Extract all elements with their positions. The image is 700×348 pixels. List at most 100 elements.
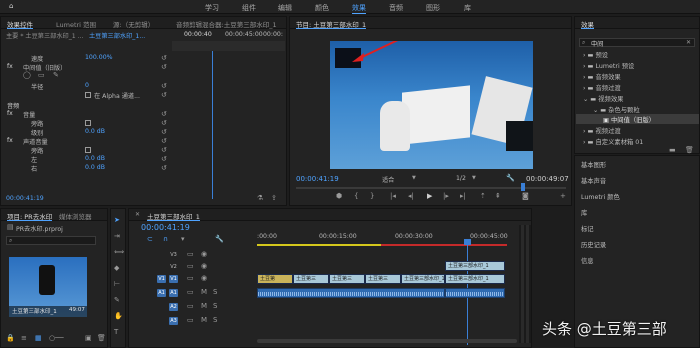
reset-icon[interactable]: ↺ bbox=[161, 165, 167, 172]
type-tool-icon[interactable]: T bbox=[114, 329, 118, 336]
ec-current-time[interactable]: 00:00:41:19 bbox=[6, 195, 44, 204]
delete-icon[interactable]: 🗑 bbox=[97, 335, 106, 342]
delete-icon[interactable]: 🗑 bbox=[685, 147, 694, 154]
play-icon[interactable]: ▶ bbox=[427, 193, 432, 200]
tab-effects[interactable]: 效果 bbox=[581, 19, 594, 29]
video-clip-v2[interactable]: 土豆第三部水印_1 bbox=[445, 261, 505, 271]
chevron-down-icon[interactable]: ▼ bbox=[412, 175, 416, 182]
go-to-in-icon[interactable]: |◂ bbox=[390, 193, 396, 200]
track-label-a2[interactable]: A2 bbox=[169, 303, 178, 311]
workspace-learn[interactable]: 学习 bbox=[205, 3, 219, 13]
close-icon[interactable]: ✕ bbox=[135, 211, 140, 218]
workspace-color[interactable]: 颜色 bbox=[315, 3, 329, 13]
audio-clip-a1[interactable] bbox=[445, 288, 505, 298]
eye-icon[interactable]: ◉ bbox=[201, 263, 207, 270]
ripple-edit-tool-icon[interactable]: ⟺ bbox=[114, 249, 124, 256]
snap-icon[interactable]: ⊂ bbox=[147, 236, 153, 243]
effects-item-audio-effects[interactable]: › ▬ 音频效果 bbox=[583, 72, 621, 82]
add-button-icon[interactable]: + bbox=[560, 193, 566, 200]
reset-icon[interactable]: ↺ bbox=[161, 55, 167, 62]
effects-item-presets[interactable]: › ▬ 预设 bbox=[583, 50, 608, 60]
workspace-graphics[interactable]: 图形 bbox=[426, 3, 440, 13]
source-a1-toggle[interactable]: A1 bbox=[157, 289, 166, 297]
timeline-playhead-head[interactable] bbox=[464, 239, 471, 245]
mute-icon[interactable]: M bbox=[201, 303, 207, 310]
new-item-icon[interactable]: ▣ bbox=[85, 335, 92, 342]
solo-icon[interactable]: S bbox=[213, 317, 217, 324]
source-v1-toggle[interactable]: V1 bbox=[157, 275, 166, 283]
radius-value[interactable]: 0 bbox=[85, 82, 89, 91]
track-label-a1[interactable]: A1 bbox=[169, 289, 178, 297]
work-area-bar-yellow[interactable] bbox=[257, 244, 381, 246]
audio-clip-a1[interactable] bbox=[257, 288, 445, 298]
step-forward-icon[interactable]: |▸ bbox=[443, 193, 449, 200]
filter-icon[interactable]: ⚗ bbox=[257, 195, 263, 202]
track-label-v2[interactable]: V2 bbox=[169, 263, 178, 271]
chevron-down-icon[interactable]: ▼ bbox=[472, 175, 476, 182]
track-select-tool-icon[interactable]: ⇥ bbox=[114, 233, 120, 240]
reset-icon[interactable]: ↺ bbox=[161, 129, 167, 136]
mark-out-icon[interactable]: } bbox=[370, 193, 374, 200]
effects-search-field[interactable]: ⌕ 中间 ✕ bbox=[579, 38, 695, 48]
reset-icon[interactable]: ↺ bbox=[161, 147, 167, 154]
reset-icon[interactable]: ↺ bbox=[161, 156, 167, 163]
export-icon[interactable]: ⇪ bbox=[271, 195, 277, 202]
icon-view-icon[interactable]: ▦ bbox=[35, 335, 42, 342]
alpha-checkbox[interactable] bbox=[85, 92, 91, 98]
rectangle-mask-icon[interactable]: ▭ bbox=[38, 72, 45, 79]
video-clip-v1[interactable]: 土豆第三部水印_1 bbox=[401, 274, 445, 284]
left-channel-value[interactable]: 0.0 dB bbox=[85, 155, 105, 164]
effects-item-custom-bin[interactable]: › ▬ 自定义素材箱 01 bbox=[583, 137, 643, 147]
film-icon[interactable]: ▭ bbox=[187, 289, 194, 296]
bypass-checkbox[interactable] bbox=[85, 120, 91, 126]
clip-thumbnail[interactable]: 土豆第三部水印_1 49:07 bbox=[9, 257, 87, 317]
track-label-a3[interactable]: A3 bbox=[169, 317, 178, 325]
add-marker-icon[interactable]: ▾ bbox=[181, 236, 185, 243]
reset-icon[interactable]: ↺ bbox=[161, 92, 167, 99]
pen-mask-icon[interactable]: ✎ bbox=[53, 72, 59, 79]
effects-search-value[interactable]: 中间 bbox=[591, 39, 603, 48]
panel-history[interactable]: 历史记录 bbox=[581, 240, 606, 249]
extract-icon[interactable]: ⇞ bbox=[495, 193, 501, 200]
bypass-checkbox[interactable] bbox=[85, 147, 91, 153]
tab-media-browser[interactable]: 媒体浏览器 bbox=[59, 211, 92, 221]
razor-tool-icon[interactable]: ◆ bbox=[114, 265, 119, 272]
marker-icon[interactable]: ⬢ bbox=[336, 193, 342, 200]
work-area-bar-red[interactable] bbox=[381, 244, 507, 246]
sequence-clip-label[interactable]: 土豆第三部水印_1... bbox=[89, 31, 145, 40]
tab-effect-controls[interactable]: 效果控件 bbox=[7, 19, 33, 29]
program-scrub-bar[interactable] bbox=[296, 187, 566, 189]
step-back-icon[interactable]: ◂| bbox=[408, 193, 414, 200]
ellipse-mask-icon[interactable]: ◯ bbox=[23, 72, 31, 79]
ec-playhead[interactable] bbox=[212, 41, 213, 199]
program-current-time[interactable]: 00:00:41:19 bbox=[296, 175, 339, 184]
effects-item-median-legacy[interactable]: ▣ 中间值（旧版） bbox=[603, 115, 655, 125]
video-clip-v1[interactable]: 土豆第三 bbox=[293, 274, 329, 284]
reset-icon[interactable]: ↺ bbox=[161, 120, 167, 127]
workspace-effects[interactable]: 效果 bbox=[352, 3, 366, 14]
video-clip-v1[interactable]: 土豆第三 bbox=[329, 274, 365, 284]
panel-essential-graphics[interactable]: 基本图形 bbox=[581, 160, 606, 169]
video-clip-v1[interactable]: 土豆第 bbox=[257, 274, 293, 284]
lock-icon[interactable]: 🔒 bbox=[6, 335, 15, 342]
panel-lumetri-color[interactable]: Lumetri 颜色 bbox=[581, 192, 620, 201]
panel-essential-sound[interactable]: 基本声音 bbox=[581, 176, 606, 185]
reset-icon[interactable]: ↺ bbox=[161, 64, 167, 71]
timeline-current-time[interactable]: 00:00:41:19 bbox=[141, 223, 190, 232]
wrench-icon[interactable]: 🔧 bbox=[506, 175, 515, 182]
eye-icon[interactable]: ◉ bbox=[201, 275, 207, 282]
reset-icon[interactable]: ↺ bbox=[161, 83, 167, 90]
speed-value[interactable]: 100.00% bbox=[85, 54, 113, 63]
solo-icon[interactable]: S bbox=[213, 289, 217, 296]
program-scrub-playhead[interactable] bbox=[521, 183, 525, 191]
master-clip-label[interactable]: 主要 * 土豆第三部水印_1 ... bbox=[6, 31, 84, 40]
panel-info[interactable]: 信息 bbox=[581, 256, 594, 265]
tab-sequence[interactable]: 土豆第三部水印_1 bbox=[147, 211, 200, 221]
slip-tool-icon[interactable]: ⊢ bbox=[114, 281, 120, 288]
level-value[interactable]: 0.0 dB bbox=[85, 128, 105, 137]
tab-audio-clip-mixer[interactable]: 音频剪辑混合器:土豆第三部水印_1 bbox=[176, 19, 277, 29]
eye-icon[interactable]: ◉ bbox=[201, 251, 207, 258]
effects-item-lumetri-presets[interactable]: › ▬ Lumetri 预设 bbox=[583, 61, 634, 71]
mark-in-icon[interactable]: { bbox=[354, 193, 358, 200]
lift-icon[interactable]: ⇡ bbox=[480, 193, 486, 200]
